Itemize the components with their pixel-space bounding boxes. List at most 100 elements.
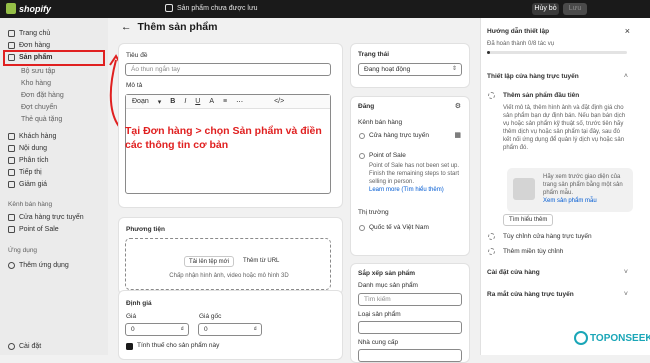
pricing-card: Định giá Giá Giá gốc 0 ₫ 0 ₫ Tính thuế c… [118, 290, 343, 360]
nav-inventory[interactable]: Kho hàng [21, 78, 51, 88]
shopify-logo[interactable]: shopify [6, 3, 51, 14]
analytics-icon [8, 156, 15, 164]
sample-product-promo: Hãy xem trước giao diện của trang sản ph… [507, 168, 633, 212]
organization-card: Sắp xếp sản phẩm Danh mục sản phẩm Tìm k… [350, 263, 470, 363]
nav-discounts-label: Giảm giá [19, 180, 48, 188]
close-icon[interactable]: × [625, 26, 630, 36]
nav-orders[interactable]: Đơn hàng [8, 40, 50, 50]
section-launch-store[interactable]: Ra mắt cửa hàng trực tuyến [487, 291, 574, 298]
align-icon[interactable]: ≡ [223, 98, 227, 105]
upload-new-button[interactable]: Tải lên tệp mới [184, 256, 234, 267]
nav-collections[interactable]: Bộ sưu tập [21, 66, 55, 76]
sample-product-link[interactable]: Xem sản phẩm mẫu [543, 197, 597, 205]
media-label: Phương tiện [126, 226, 165, 233]
pos-learn-more-link[interactable]: Learn more (Tìm hiểu thêm) [369, 186, 464, 194]
category-input[interactable]: Tìm kiếm [358, 293, 462, 306]
pos-icon [8, 225, 15, 233]
publishing-card: Đăng ⚙ Kênh bán hàng Cửa hàng trực tuyến… [350, 96, 470, 256]
nav-analytics[interactable]: Phân tích [8, 155, 49, 165]
chevron-updown-icon: ⇕ [451, 66, 457, 72]
pricing-label: Định giá [126, 300, 152, 307]
media-dropzone[interactable]: Tải lên tệp mới Thêm từ URL Chấp nhận hì… [125, 238, 331, 290]
calendar-icon[interactable]: ▦ [454, 131, 461, 139]
promo-text: Hãy xem trước giao diện của trang sản ph… [543, 174, 623, 196]
vendor-label: Nhà cung cấp [358, 339, 399, 346]
watermark: TOPONSEEK [574, 331, 650, 345]
nav-discounts[interactable]: Giảm giá [8, 179, 47, 189]
discount-icon [8, 180, 15, 188]
online-store-indicator [359, 133, 365, 139]
underline-icon[interactable]: U [195, 98, 200, 105]
nav-marketing[interactable]: Tiếp thị [8, 167, 42, 177]
pos-note: Point of Sale has not been set up. Finis… [369, 163, 460, 185]
nav-home[interactable]: Trang chủ [8, 28, 50, 38]
highlight-box [3, 50, 105, 66]
content-icon [8, 144, 15, 152]
chevron-up-icon[interactable]: ˄ [624, 73, 628, 80]
text-color-icon[interactable]: A [209, 98, 214, 105]
nav-pos[interactable]: Point of Sale [8, 224, 59, 234]
nav-online-store[interactable]: Cửa hàng trực tuyến [8, 212, 84, 222]
section-online-store[interactable]: Thiết lập cửa hàng trực tuyến [487, 73, 579, 80]
product-image-icon [513, 178, 535, 200]
learn-more-button[interactable]: Tìm hiểu thêm [503, 214, 554, 226]
home-icon [8, 29, 15, 37]
apps-heading: Ứng dụng [8, 247, 38, 254]
more-icon[interactable]: ⋯ [236, 98, 243, 106]
vendor-input[interactable] [358, 349, 462, 362]
markets-label: Thị trường [358, 209, 389, 216]
settings-icon[interactable]: ⚙ [455, 102, 461, 110]
nav-transfers[interactable]: Đợt chuyển [21, 102, 57, 112]
section-store-settings[interactable]: Cài đặt cửa hàng [487, 269, 540, 276]
nav-customers[interactable]: Khách hàng [8, 131, 56, 141]
orders-icon [8, 41, 15, 49]
tax-checkbox[interactable] [126, 343, 133, 350]
product-card: Tiêu đề Áo thun ngắn tay Mô tả Đoạn ▾ B … [118, 43, 343, 208]
nav-settings[interactable]: Cài đặt [8, 341, 41, 351]
unsaved-notice: Sản phẩm chưa được lưu [165, 4, 258, 12]
description-label: Mô tả [126, 82, 143, 89]
chevron-down-icon-2[interactable]: ˅ [624, 291, 628, 298]
shopify-bag-icon [6, 3, 16, 14]
nav-settings-label: Cài đặt [19, 342, 42, 350]
chevron-down-icon[interactable]: ˅ [624, 269, 628, 276]
nav-add-apps[interactable]: Thêm ứng dụng [8, 260, 69, 270]
sales-channels-heading: Kênh bán hàng [8, 201, 53, 208]
task-circle-icon-3[interactable] [488, 248, 495, 255]
type-label: Loại sản phẩm [358, 311, 401, 318]
task-add-product-title[interactable]: Thêm sản phẩm đầu tiên [503, 92, 579, 99]
add-url-button[interactable]: Thêm từ URL [239, 256, 283, 267]
store-icon [8, 213, 15, 221]
nav-content[interactable]: Nội dung [8, 143, 47, 153]
format-select[interactable]: Đoạn [132, 98, 149, 105]
task-add-domain[interactable]: Thêm miền tùy chỉnh [503, 248, 563, 255]
gear-icon [8, 342, 15, 350]
logo-text: shopify [19, 3, 52, 14]
italic-icon[interactable]: I [184, 98, 186, 105]
status-select[interactable]: Đang hoạt động ⇕ [358, 63, 462, 76]
nav-gift-cards[interactable]: Thẻ quà tặng [21, 114, 62, 124]
bold-icon[interactable]: B [170, 98, 175, 105]
nav-purchase-orders[interactable]: Đơn đặt hàng [21, 90, 64, 100]
watermark-text: TOPONSEEK [590, 332, 650, 344]
nav-online-store-label: Cửa hàng trực tuyến [19, 213, 84, 221]
type-input[interactable] [358, 321, 462, 334]
save-button[interactable]: Lưu [563, 3, 587, 15]
back-arrow-icon[interactable]: ← [121, 21, 132, 33]
compare-price-input[interactable]: 0 ₫ [198, 323, 262, 336]
code-icon[interactable]: </> [274, 98, 284, 105]
price-value: 0 [131, 326, 135, 333]
task-circle-icon[interactable] [488, 92, 495, 99]
markets-value: Quốc tế và Việt Nam [369, 224, 429, 231]
nav-orders-label: Đơn hàng [19, 41, 51, 49]
discard-button[interactable]: Hủy bỏ [532, 3, 559, 15]
title-input[interactable]: Áo thun ngắn tay [125, 63, 331, 76]
main-area: ← Thêm sản phẩm Tiêu đề Áo thun ngắn tay… [108, 18, 480, 363]
chevron-down-icon: ▾ [157, 98, 162, 106]
task-add-product-desc: Viết mô tả, thêm hình ảnh và đặt định gi… [503, 105, 626, 151]
task-circle-icon-2[interactable] [488, 233, 495, 240]
task-customize-store[interactable]: Tùy chỉnh cửa hàng trực tuyến [503, 233, 592, 240]
price-input[interactable]: 0 ₫ [125, 323, 189, 336]
page-title: Thêm sản phẩm [137, 21, 218, 33]
top-bar: shopify Sản phẩm chưa được lưu Hủy bỏ Lư… [0, 0, 650, 18]
